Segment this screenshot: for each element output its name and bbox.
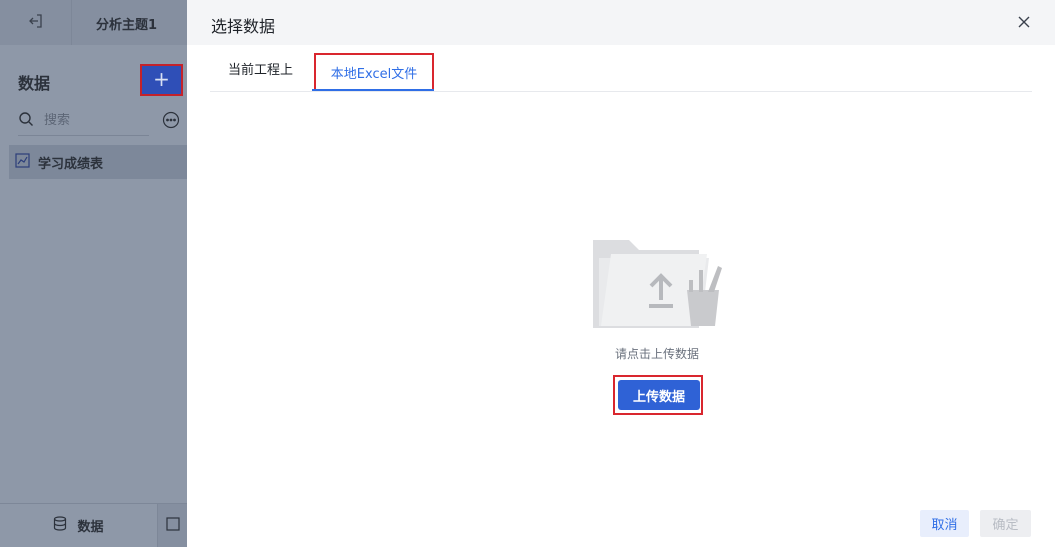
upload-button-highlight: 上传数据 [613,375,703,415]
source-tabs: 当前工程上 本地Excel文件 [210,45,1032,92]
active-tab-indicator [312,89,434,91]
close-icon [1018,16,1030,28]
search-box[interactable] [18,106,149,136]
app-topbar: 分析主题1 [0,0,187,45]
tab-data-label: 数据 [77,520,104,535]
bottom-tabs: 数据 [0,503,187,547]
close-button[interactable] [1015,13,1033,31]
more-options-button[interactable] [162,111,180,129]
dialog-header: 选择数据 [187,0,1055,45]
app-sidebar: 分析主题1 数据 + 学习成绩表 [0,0,187,547]
tab-current-project[interactable]: 当前工程上 [228,45,293,91]
tab-components[interactable] [158,503,187,547]
topic-title: 分析主题1 [96,18,158,33]
data-panel-title: 数据 [18,74,51,93]
data-item-label: 学习成绩表 [38,156,104,172]
chart-icon [15,152,30,172]
upload-hint: 请点击上传数据 [614,347,699,361]
search-icon [18,111,34,131]
select-data-dialog: 选择数据 当前工程上 本地Excel文件 请点击上传数据 上传数据 取消 确定 [187,0,1055,547]
tab-data[interactable]: 数据 [0,503,158,547]
component-icon [165,516,180,535]
cancel-button[interactable]: 取消 [920,510,969,537]
dialog-title: 选择数据 [211,17,276,36]
exit-button[interactable] [0,0,72,45]
upload-folder-illustration [591,236,723,330]
add-data-button[interactable]: + [140,64,183,96]
search-input[interactable] [44,113,134,128]
more-icon [162,111,180,129]
database-icon [53,516,67,535]
data-list-item[interactable]: 学习成绩表 [9,145,187,179]
plus-icon: + [153,67,170,91]
upload-data-button[interactable]: 上传数据 [618,380,700,410]
confirm-button[interactable]: 确定 [980,510,1031,537]
exit-icon [28,13,44,33]
tab-local-excel[interactable]: 本地Excel文件 [314,53,434,91]
